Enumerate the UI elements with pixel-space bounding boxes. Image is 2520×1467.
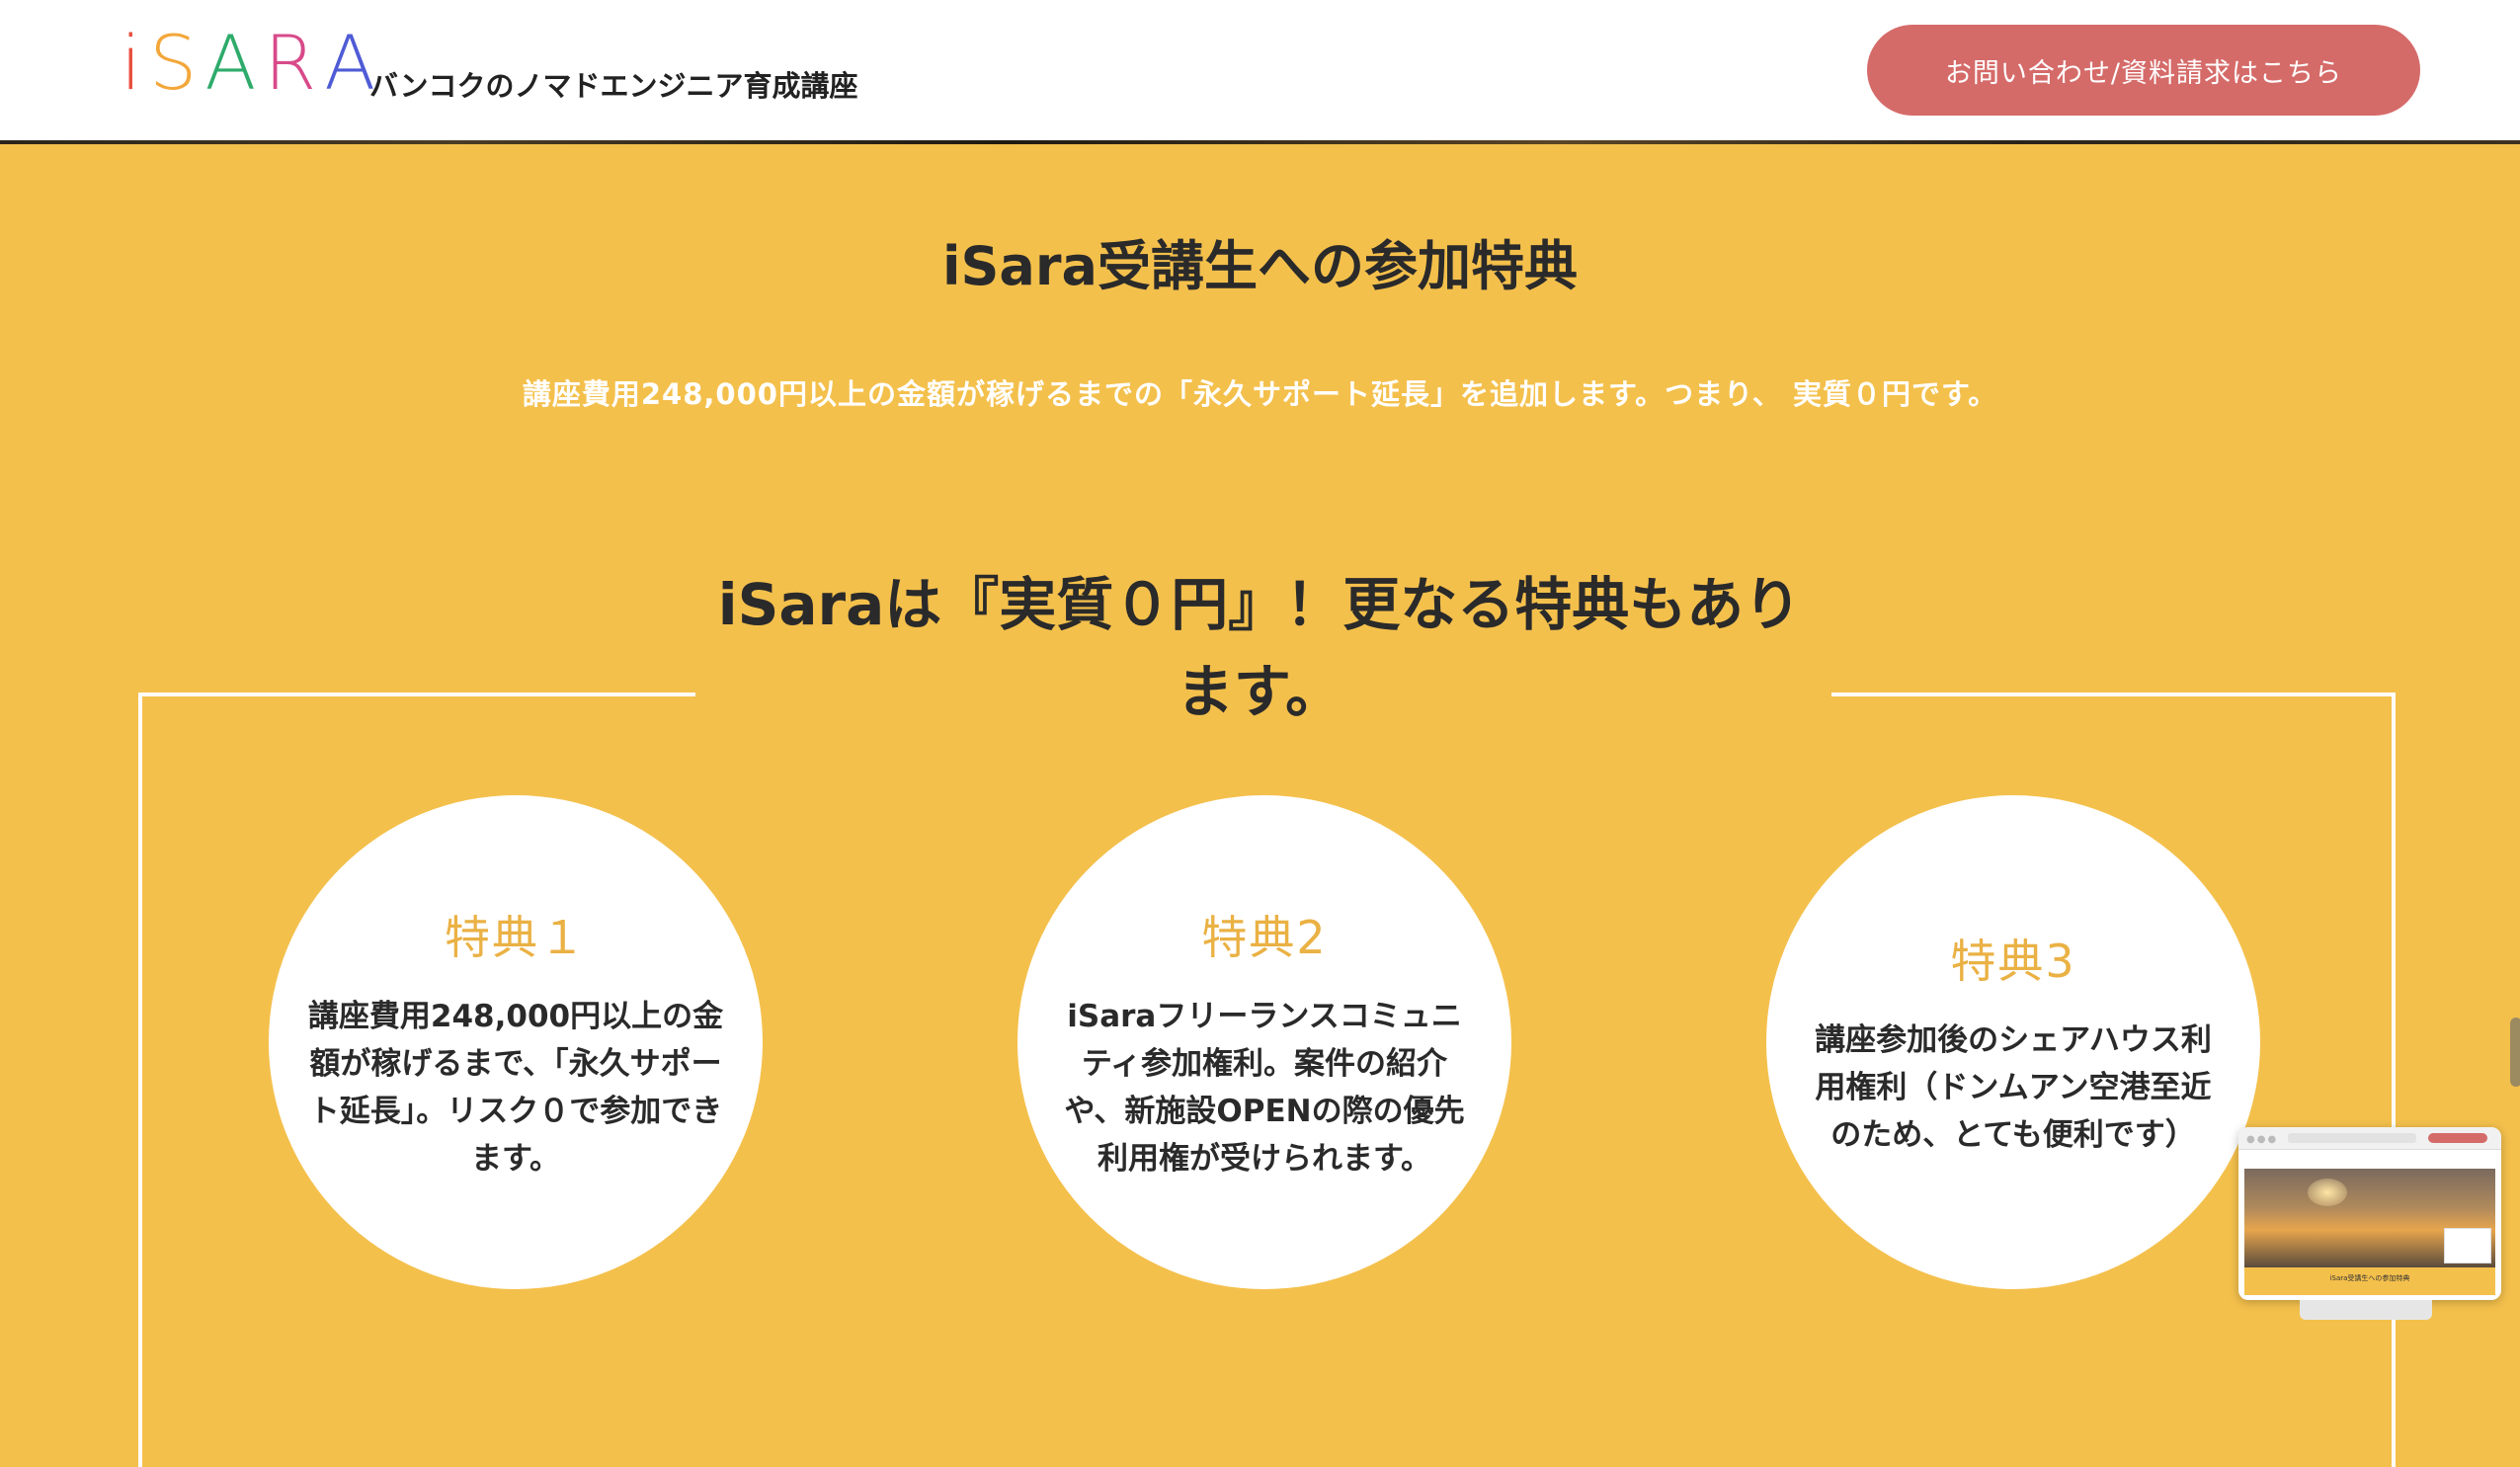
preview-cta [2428, 1133, 2487, 1143]
bonus-heading: iSaraは『実質０円』！更なる特典もあります。 [717, 571, 1802, 725]
section-lead-text: 講座費用248,000円以上の金額が稼げるまでの「永久サポート延長」を追加します… [522, 377, 1998, 411]
preview-caption: iSara受講生への参加特典 [2329, 1274, 2410, 1282]
section-title: iSara受講生への参加特典 [942, 235, 1578, 297]
benefit-card-2: 特典2 iSaraフリーランスコミュニティ参加権利。案件の紹介や、新施設OPEN… [1017, 795, 1511, 1289]
isara-logo[interactable]: i S A R A [121, 26, 383, 101]
logo-letter: i [121, 19, 150, 107]
header-divider [0, 140, 2520, 144]
window-dots-icon: ●●● [2246, 1134, 2279, 1145]
preview-browser-bar: ●●● [2238, 1127, 2501, 1150]
benefit-title: 特典3 [1950, 935, 2076, 988]
sun-icon [2308, 1179, 2347, 1206]
preview-card [2444, 1228, 2491, 1263]
contact-request-button[interactable]: お問い合わせ/資料請求はこちら [1867, 25, 2420, 116]
benefit-card-3: 特典3 講座参加後のシェアハウス利用権利（ドンムアン空港至近のため、とても便利で… [1766, 795, 2260, 1289]
scrollbar-handle[interactable] [2510, 1018, 2520, 1087]
logo-letter: R [264, 19, 325, 107]
benefit-title: 特典１ [445, 911, 587, 964]
benefit-text: 講座費用248,000円以上の金額が稼げるまで、「永久サポート延長」。リスク０で… [307, 999, 724, 1177]
page-preview-thumbnail[interactable]: ●●● iSara受講生への参加特典 [2238, 1127, 2501, 1300]
logo-letter: S [149, 19, 205, 107]
benefit-text: 講座参加後のシェアハウス利用権利（ドンムアン空港至近のため、とても便利です） [1815, 1022, 2212, 1153]
site-tagline: バンコクのノマドエンジニア育成講座 [369, 69, 858, 103]
benefit-card-1: 特典１ 講座費用248,000円以上の金額が稼げるまで、「永久サポート延長」。リ… [269, 795, 763, 1289]
logo-letter: A [204, 19, 265, 107]
benefit-text: iSaraフリーランスコミュニティ参加権利。案件の紹介や、新施設OPENの際の優… [1064, 999, 1465, 1177]
preview-stand [2300, 1300, 2432, 1320]
preview-url-bar [2288, 1133, 2416, 1143]
benefit-title: 特典2 [1201, 911, 1328, 964]
site-header: i S A R A バンコクのノマドエンジニア育成講座 お問い合わせ/資料請求は… [0, 0, 2520, 140]
